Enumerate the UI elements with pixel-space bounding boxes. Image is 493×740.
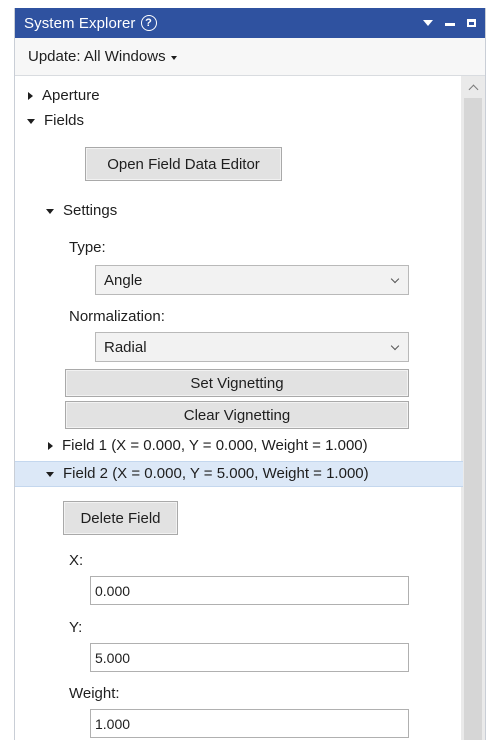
type-select-value: Angle xyxy=(104,271,143,289)
tree-item-field-2-label: Field 2 (X = 0.000, Y = 5.000, Weight = … xyxy=(63,465,369,482)
tree-item-settings[interactable]: Settings xyxy=(46,202,117,219)
collapse-arrow-icon[interactable] xyxy=(46,471,54,477)
window-controls xyxy=(423,19,485,27)
tree-item-aperture-label: Aperture xyxy=(42,87,100,104)
update-dropdown[interactable]: Update: All Windows xyxy=(15,38,485,76)
vertical-scrollbar[interactable] xyxy=(461,76,485,740)
delete-field-button[interactable]: Delete Field xyxy=(63,501,178,535)
update-label: Update: All Windows xyxy=(28,48,166,65)
scrollbar-thumb[interactable] xyxy=(464,98,482,740)
collapse-arrow-icon[interactable] xyxy=(27,118,35,124)
y-label: Y: xyxy=(69,619,83,636)
maximize-icon[interactable] xyxy=(467,19,476,27)
tree-item-field-1[interactable]: Field 1 (X = 0.000, Y = 0.000, Weight = … xyxy=(48,437,368,454)
normalization-label: Normalization: xyxy=(69,308,165,325)
caret-down-icon xyxy=(170,55,177,60)
expand-arrow-icon[interactable] xyxy=(28,91,33,100)
expand-arrow-icon[interactable] xyxy=(48,441,53,450)
x-label: X: xyxy=(69,552,84,569)
tree-item-aperture[interactable]: Aperture xyxy=(28,87,100,104)
window-menu-dropdown-icon[interactable] xyxy=(423,20,433,26)
open-field-data-editor-button[interactable]: Open Field Data Editor xyxy=(85,147,282,181)
y-input[interactable]: 5.000 xyxy=(90,643,409,672)
collapse-arrow-icon[interactable] xyxy=(46,208,54,214)
help-icon[interactable]: ? xyxy=(140,15,157,31)
weight-label: Weight: xyxy=(69,685,120,702)
tree-item-fields[interactable]: Fields xyxy=(27,112,84,129)
x-input[interactable]: 0.000 xyxy=(90,576,409,605)
title-bar[interactable]: System Explorer ? xyxy=(15,8,485,38)
clear-vignetting-button[interactable]: Clear Vignetting xyxy=(65,401,409,429)
chevron-down-icon xyxy=(390,341,400,351)
tree-item-field-1-label: Field 1 (X = 0.000, Y = 0.000, Weight = … xyxy=(62,437,368,454)
system-explorer-window: System Explorer ? Update: All Windows Ap… xyxy=(14,8,486,740)
set-vignetting-button[interactable]: Set Vignetting xyxy=(65,369,409,397)
scroll-up-arrow-icon[interactable] xyxy=(461,80,485,94)
type-select[interactable]: Angle xyxy=(95,265,409,295)
normalization-select[interactable]: Radial xyxy=(95,332,409,362)
chevron-down-icon xyxy=(390,274,400,284)
normalization-select-value: Radial xyxy=(104,338,147,356)
tree-item-fields-label: Fields xyxy=(44,112,85,129)
type-label: Type: xyxy=(69,239,106,256)
tree-item-field-2[interactable]: Field 2 (X = 0.000, Y = 5.000, Weight = … xyxy=(46,465,369,482)
tree-item-settings-label: Settings xyxy=(63,202,118,219)
minimize-icon[interactable] xyxy=(445,22,455,26)
window-title: System Explorer xyxy=(24,14,136,32)
explorer-tree: Aperture Fields Open Field Data Editor S… xyxy=(15,76,485,740)
weight-input[interactable]: 1.000 xyxy=(90,709,409,738)
